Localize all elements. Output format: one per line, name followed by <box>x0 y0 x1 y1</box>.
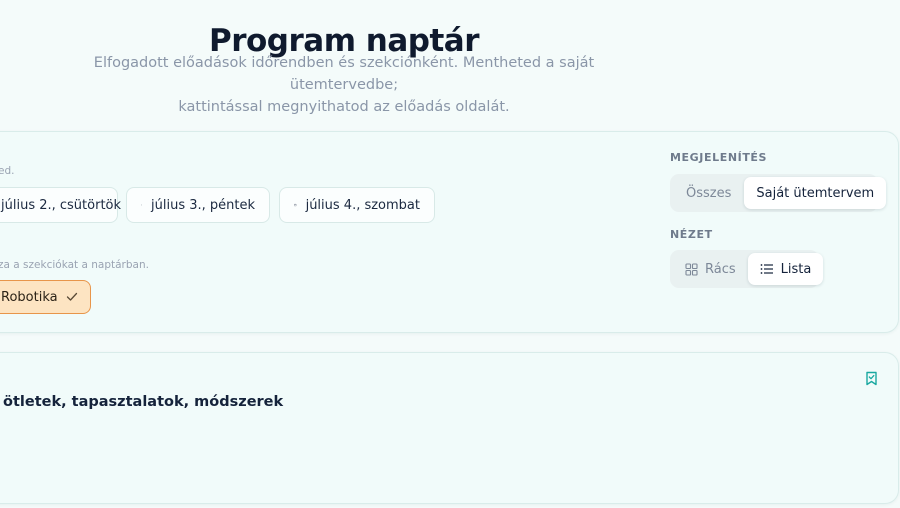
day-button-label: július 4., szombat <box>305 197 420 213</box>
display-option-my-schedule[interactable]: Saját ütemtervem <box>744 177 887 209</box>
section-tag-label: Robotika <box>1 289 58 305</box>
calendar-icon <box>294 203 297 207</box>
day-filter-hint: ed. <box>0 165 15 177</box>
session-title[interactable]: ötletek, tapasztalatok, módszerek <box>3 394 283 410</box>
subtitle-line-2: kattintással megnyithatod az előadás old… <box>178 99 510 115</box>
display-label: MEGJELENÍTÉS <box>670 151 768 164</box>
day-button-jul-3[interactable]: július 3., péntek <box>126 187 270 223</box>
day-button-jul-4[interactable]: július 4., szombat <box>279 187 435 223</box>
view-option-list[interactable]: Lista <box>747 253 824 285</box>
view-option-grid[interactable]: Rács <box>673 253 748 285</box>
grid-icon <box>685 262 698 276</box>
subtitle-line-1: Elfogadott előadások időrendben és szekc… <box>93 55 595 93</box>
display-option-all[interactable]: Összes <box>673 177 744 209</box>
section-filter-hint: za a szekciókat a naptárban. <box>0 259 149 271</box>
session-card[interactable] <box>0 352 899 504</box>
day-button-jul-2[interactable]: július 2., csütörtök <box>0 187 122 223</box>
page-subtitle: Elfogadott előadások időrendben és szekc… <box>40 52 648 118</box>
view-label: NÉZET <box>670 228 713 241</box>
view-option-label: Rács <box>705 261 736 277</box>
display-toggle: Összes Saját ütemtervem <box>670 174 887 212</box>
view-toggle: Rács Lista <box>670 250 824 288</box>
section-tag-robotika[interactable]: Robotika <box>0 280 91 314</box>
calendar-icon <box>141 204 142 206</box>
check-icon <box>66 292 77 301</box>
day-button-label: július 2., csütörtök <box>1 197 122 213</box>
bookmark-check-icon[interactable] <box>865 371 878 386</box>
view-option-label: Lista <box>780 261 812 277</box>
day-button-label: július 3., péntek <box>151 197 255 213</box>
list-icon <box>760 264 773 274</box>
